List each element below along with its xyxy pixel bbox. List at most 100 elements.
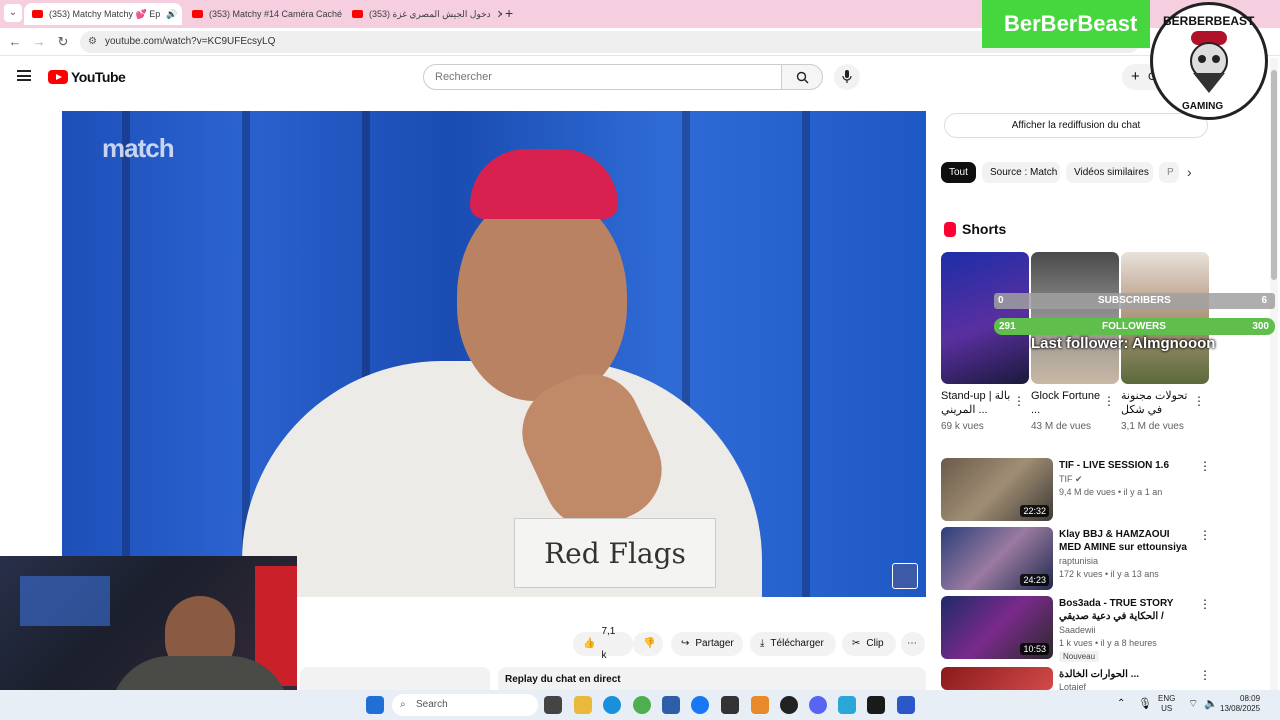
- short-title[interactable]: Glock Fortune ...: [1031, 389, 1101, 417]
- edge-icon[interactable]: [603, 696, 621, 714]
- clip-label: Clip: [866, 638, 884, 649]
- short-views: 69 k vues: [941, 421, 984, 432]
- kebab-menu-icon[interactable]: ⋮: [1013, 394, 1025, 408]
- chip-related-videos[interactable]: Vidéos similaires: [1066, 162, 1153, 183]
- chip-source-match[interactable]: Source : Match: [982, 162, 1060, 183]
- subscribers-label: SUBSCRIBERS: [1098, 295, 1171, 306]
- app-icon[interactable]: [721, 696, 739, 714]
- tab-matchy-14[interactable]: (353) Matchy #14 Caméra Cachée ✕: [184, 3, 342, 25]
- store-icon[interactable]: [662, 696, 680, 714]
- video-player[interactable]: match Red Flags: [62, 111, 926, 597]
- curtain-fold: [122, 111, 130, 597]
- hamburger-menu-icon[interactable]: [17, 70, 31, 81]
- close-tab-icon[interactable]: ✕: [497, 8, 502, 21]
- curtain-fold: [802, 111, 810, 597]
- reload-icon[interactable]: ↻: [54, 33, 72, 51]
- app-icon[interactable]: [751, 696, 769, 714]
- kebab-menu-icon[interactable]: ⋮: [1199, 597, 1211, 611]
- obs-icon[interactable]: [780, 696, 798, 714]
- recommendation-channel[interactable]: raptunisia: [1059, 555, 1098, 568]
- recommendation-channel[interactable]: Lotaief: [1059, 681, 1086, 690]
- recommendation-thumbnail[interactable]: 10:53: [941, 596, 1053, 659]
- followers-label: FOLLOWERS: [1102, 321, 1166, 332]
- shorts-title-text: Shorts: [962, 221, 1007, 237]
- tab-matchy-ep[interactable]: (353) Matchy Matchy 💕 Ep 🔊 ✕: [24, 3, 182, 25]
- subscribers-current: 0: [998, 295, 1004, 306]
- youtube-favicon-icon: [32, 10, 43, 18]
- short-title[interactable]: Stand-up بالة | المريني ...: [941, 389, 1011, 417]
- search-input[interactable]: [423, 64, 782, 90]
- file-explorer-icon[interactable]: [574, 696, 592, 714]
- chip-more[interactable]: P: [1159, 162, 1179, 183]
- new-tab-icon[interactable]: +: [505, 5, 513, 21]
- share-button[interactable]: ↪ Partager: [671, 632, 743, 656]
- duration-badge: 22:32: [1020, 505, 1049, 517]
- region-code: US: [1161, 704, 1173, 713]
- recommendation-thumbnail[interactable]: 24:23: [941, 527, 1053, 590]
- recommendation-thumbnail[interactable]: [941, 667, 1053, 690]
- recommendation-channel[interactable]: Saadewii: [1059, 624, 1096, 637]
- chevron-right-icon[interactable]: ›: [1187, 164, 1192, 180]
- like-count: 7,1 k: [601, 626, 616, 661]
- wifi-icon[interactable]: ⌔: [1188, 697, 1198, 711]
- volume-icon[interactable]: 🔈: [1204, 697, 1218, 710]
- dislike-button[interactable]: 👎: [633, 632, 663, 656]
- recommendation-meta: 9,4 M de vues • il y a 1 an: [1059, 487, 1163, 497]
- windows-start-icon[interactable]: [366, 696, 384, 714]
- subscriber-goal-bar: 0 SUBSCRIBERS 6: [994, 293, 1275, 309]
- video-description-box[interactable]: [300, 667, 490, 692]
- kebab-menu-icon[interactable]: ⋮: [1103, 394, 1115, 408]
- short-title[interactable]: تحولات مجنونة في شكل النجوم ...: [1121, 389, 1191, 417]
- chrome-icon[interactable]: [633, 696, 651, 714]
- download-button[interactable]: ⤓ Télécharger: [750, 632, 836, 656]
- search-button[interactable]: [781, 64, 823, 90]
- discord-icon[interactable]: [809, 696, 827, 714]
- forward-icon[interactable]: →: [30, 33, 48, 51]
- tab-gaza[interactable]: (353) دخول الجيش المصري غزة ✕: [344, 3, 502, 25]
- channel-branding-icon[interactable]: [892, 563, 918, 589]
- clock[interactable]: 08:09 13/08/2025: [1220, 694, 1260, 714]
- recommendation-channel[interactable]: TIF ✔: [1059, 473, 1083, 486]
- kebab-menu-icon[interactable]: ⋮: [1199, 459, 1211, 473]
- recommendation-title[interactable]: TIF - LIVE SESSION 1.6: [1059, 459, 1189, 472]
- recommendation-meta: 1 k vues • il y a 8 heures: [1059, 638, 1157, 648]
- site-info-icon[interactable]: ⚙: [88, 31, 97, 53]
- download-label: Télécharger: [770, 638, 824, 649]
- kebab-menu-icon[interactable]: ⋮: [1199, 668, 1211, 682]
- chip-all[interactable]: Tout: [941, 162, 976, 183]
- youtube-logo[interactable]: YouTube: [48, 69, 126, 85]
- tab-search-button[interactable]: ⌄: [4, 4, 22, 22]
- recommendation-thumbnail[interactable]: 22:32: [941, 458, 1053, 521]
- share-icon: ↪: [681, 638, 690, 649]
- more-actions-button[interactable]: ⋯: [901, 632, 925, 656]
- taskbar-search-box[interactable]: ⌕ Search: [392, 694, 538, 716]
- chat-replay-header[interactable]: Replay du chat en direct: [498, 667, 926, 692]
- address-bar[interactable]: ⚙ youtube.com/watch?v=KC9UFEcsyLQ: [80, 31, 1140, 53]
- short-views: 3,1 M de vues: [1121, 421, 1184, 432]
- microphone-icon[interactable]: 🎙: [1138, 697, 1152, 710]
- date: 13/08/2025: [1220, 704, 1261, 713]
- show-chat-replay-button[interactable]: Afficher la rediffusion du chat: [944, 113, 1208, 138]
- clip-button[interactable]: ✂ Clip: [842, 632, 896, 656]
- app-icon[interactable]: [897, 696, 915, 714]
- back-icon[interactable]: ←: [6, 33, 24, 51]
- duration-badge: 24:23: [1020, 574, 1049, 586]
- recommendation-title[interactable]: Klay BBJ & HAMZAOUI MED AMINE sur ettoun…: [1059, 528, 1189, 554]
- app-icon[interactable]: [867, 696, 885, 714]
- tab-label: (353) Matchy Matchy 💕 Ep: [49, 8, 161, 19]
- scrollbar-thumb[interactable]: [1271, 70, 1277, 280]
- recommendation-title[interactable]: الحوارات الخالدة ...: [1059, 668, 1189, 681]
- recommendation-title[interactable]: Bos3ada - TRUE STORY الحكاية في دعية صدي…: [1059, 597, 1189, 623]
- language-indicator[interactable]: ENG US: [1158, 694, 1175, 714]
- like-button[interactable]: 👍 7,1 k: [573, 626, 633, 661]
- tab-label: (353) دخول الجيش المصري غزة: [369, 8, 491, 19]
- recommendation-meta: 172 k vues • il y a 13 ans: [1059, 569, 1159, 579]
- chevron-up-icon[interactable]: ⌃: [1117, 698, 1125, 709]
- task-view-icon[interactable]: [544, 696, 562, 714]
- new-badge: Nouveau: [1059, 651, 1100, 662]
- facebook-icon[interactable]: [691, 696, 709, 714]
- voice-search-button[interactable]: [834, 64, 860, 90]
- kebab-menu-icon[interactable]: ⋮: [1193, 394, 1205, 408]
- kebab-menu-icon[interactable]: ⋮: [1199, 528, 1211, 542]
- app-icon[interactable]: [838, 696, 856, 714]
